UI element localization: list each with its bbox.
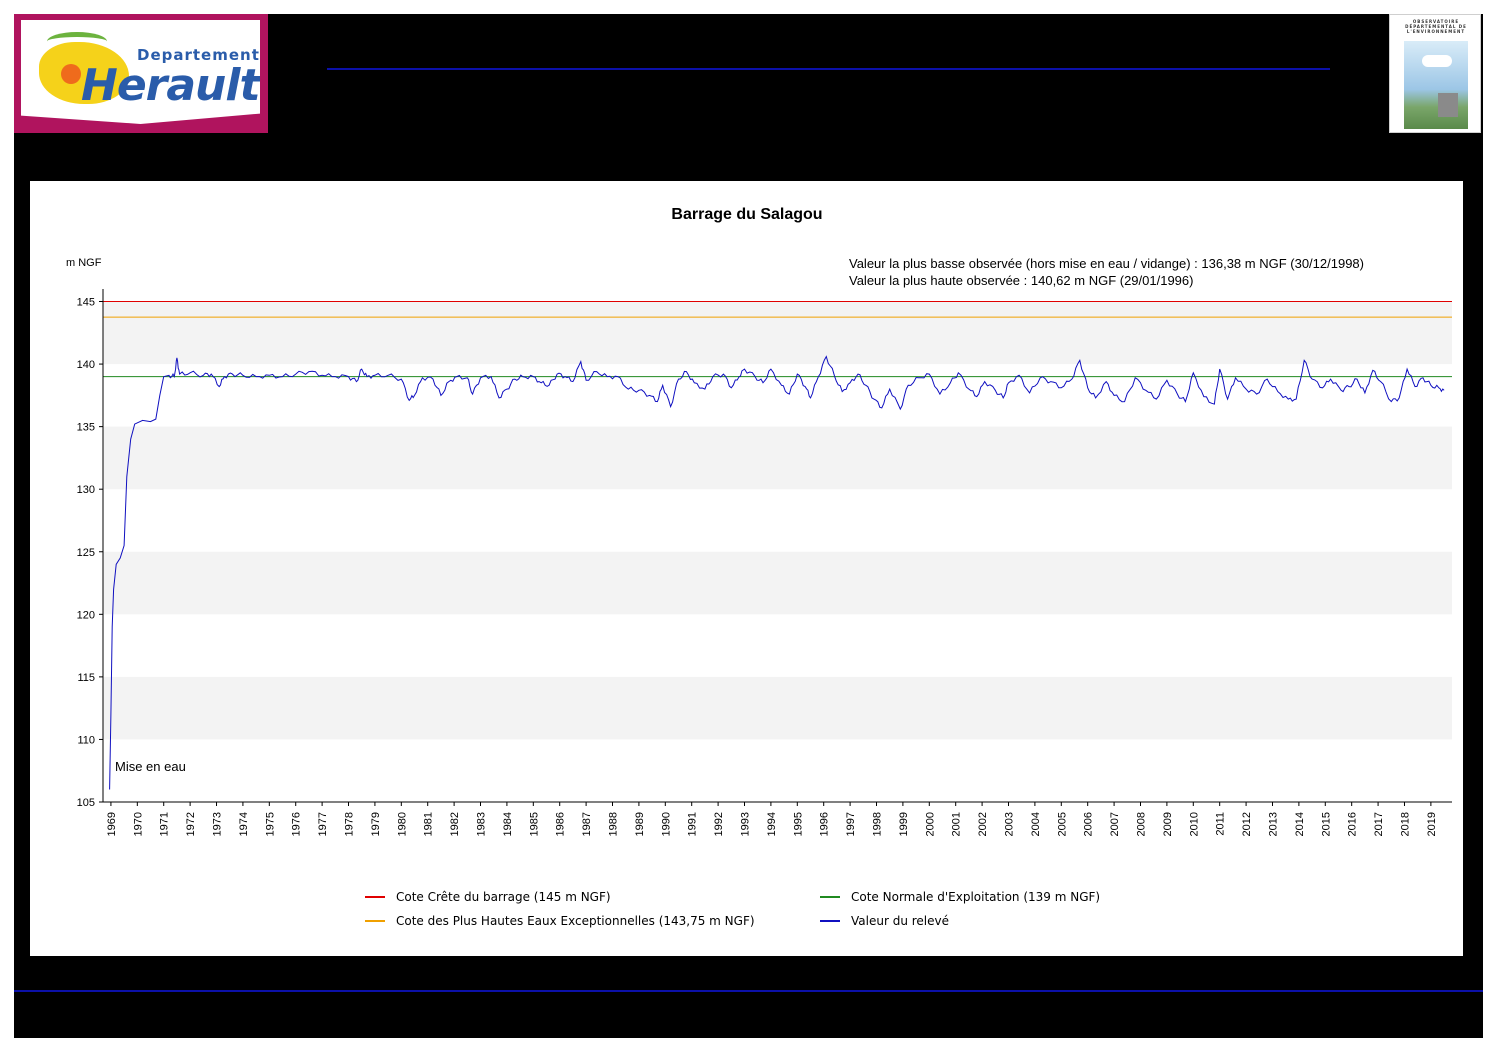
y-tick-label: 135 [77,422,95,434]
observatoire-landscape-icon [1404,41,1468,129]
observatoire-logo: OBSERVATOIRE DÉPARTEMENTAL DE L'ENVIRONN… [1389,14,1481,133]
grid-band [103,676,1452,740]
x-tick-label: 1974 [238,812,250,836]
grid-band [103,551,1452,615]
x-tick-label: 1983 [476,812,488,836]
legend-label: Cote Normale d'Exploitation (139 m NGF) [851,890,1100,904]
y-tick-label: 140 [77,359,95,371]
annotation-mise-en-eau: Mise en eau [115,759,186,774]
building-icon [1438,93,1458,117]
y-tick-label: 125 [77,547,95,559]
y-tick-label: 110 [77,734,95,746]
legend: Cote Crête du barrage (145 m NGF) Cote No… [365,890,1100,928]
x-tick-label: 1999 [898,812,910,836]
x-tick-label: 2017 [1373,812,1385,836]
x-tick-label: 2016 [1347,812,1359,836]
y-ticks: 105 110 115 120 125 130 135 140 145 [77,297,103,809]
legend-label: Valeur du relevé [851,914,949,928]
x-tick-label: 1998 [871,812,883,836]
y-tick-label: 145 [77,297,95,309]
x-tick-label: 2005 [1056,812,1068,836]
x-tick-label: 1989 [634,812,646,836]
grid-band [103,426,1452,490]
legend-label: Cote Crête du barrage (145 m NGF) [396,890,611,904]
x-tick-label: 1993 [740,812,752,836]
y-tick-label: 120 [77,609,95,621]
x-tick-label: 1990 [660,812,672,836]
x-tick-label: 2008 [1135,812,1147,836]
grid-band [103,301,1452,365]
level-chart: 105 110 115 120 125 130 135 140 145 1969 1970 1971… [66,206,1452,928]
header-rule [327,68,1330,70]
x-tick-label: 1984 [502,812,514,836]
x-tick-label: 1979 [370,812,382,836]
x-tick-label: 2019 [1426,812,1438,836]
x-tick-label: 1986 [555,812,567,836]
x-tick-label: 1997 [845,812,857,836]
herault-logo-panel: Departement Herault [21,20,260,124]
annotation-highest: Valeur la plus haute observée : 140,62 m… [849,273,1193,288]
x-tick-label: 1975 [264,812,276,836]
x-tick-label: 1992 [713,812,725,836]
x-tick-label: 2010 [1188,812,1200,836]
cloud-icon [1422,55,1452,67]
x-tick-label: 2000 [924,812,936,836]
herault-logo: Departement Herault [14,14,268,133]
x-tick-label: 2003 [1003,812,1015,836]
chart-title: Barrage du Salagou [671,206,822,223]
x-tick-label: 2012 [1241,812,1253,836]
x-tick-label: 2007 [1109,812,1121,836]
x-ticks: 1969 1970 1971 1972 1973 1974 1975 1976 1977 1978… [106,802,1438,836]
x-tick-label: 1991 [687,812,699,836]
x-tick-label: 1970 [132,812,144,836]
grid-bands [103,301,1452,740]
x-tick-label: 1994 [766,812,778,836]
x-tick-label: 2013 [1267,812,1279,836]
logo-herault-text: Herault [81,60,260,111]
x-tick-label: 2009 [1162,812,1174,836]
x-tick-label: 1973 [212,812,224,836]
x-tick-label: 2002 [977,812,989,836]
x-tick-label: 1985 [528,812,540,836]
y-tick-label: 115 [77,672,95,684]
x-tick-label: 2011 [1215,812,1227,836]
y-axis-label: m NGF [66,257,102,269]
x-tick-label: 2001 [951,812,963,836]
x-tick-label: 2014 [1294,812,1306,836]
x-tick-label: 1981 [423,812,435,836]
x-tick-label: 1978 [344,812,356,836]
x-tick-label: 1976 [291,812,303,836]
x-tick-label: 1982 [449,812,461,836]
x-tick-label: 1969 [106,812,118,836]
footer-rule [14,990,1483,992]
x-tick-label: 1977 [317,812,329,836]
x-tick-label: 2004 [1030,812,1042,836]
x-tick-label: 1980 [396,812,408,836]
y-tick-label: 105 [77,797,95,809]
annotation-lowest: Valeur la plus basse observée (hors mise… [849,256,1364,271]
chart-panel: 105 110 115 120 125 130 135 140 145 1969 1970 1971… [30,181,1463,956]
observatoire-logo-text: OBSERVATOIRE DÉPARTEMENTAL DE L'ENVIRONN… [1405,19,1467,34]
x-tick-label: 1988 [608,812,620,836]
x-tick-label: 2018 [1399,812,1411,836]
y-tick-label: 130 [77,484,95,496]
x-tick-label: 1996 [819,812,831,836]
x-tick-label: 2015 [1320,812,1332,836]
x-tick-label: 1971 [159,812,171,836]
logo-sun-icon [61,64,81,84]
legend-label: Cote des Plus Hautes Eaux Exceptionnelle… [396,914,755,928]
x-tick-label: 1987 [581,812,593,836]
x-tick-label: 1995 [792,812,804,836]
x-tick-label: 1972 [185,812,197,836]
x-tick-label: 2006 [1083,812,1095,836]
